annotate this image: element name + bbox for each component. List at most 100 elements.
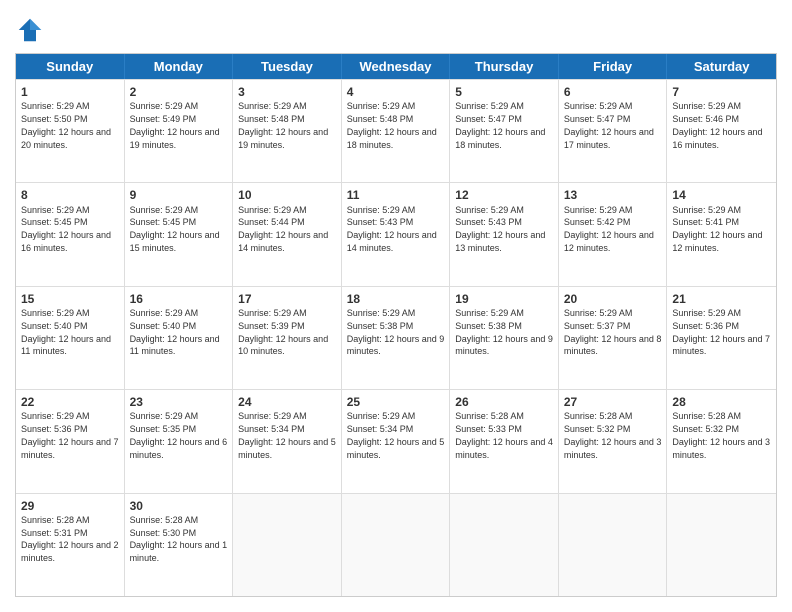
cell-info: Sunrise: 5:29 AMSunset: 5:48 PMDaylight:… <box>347 101 437 149</box>
day-cell-23: 23Sunrise: 5:29 AMSunset: 5:35 PMDayligh… <box>125 390 234 492</box>
day-cell-18: 18Sunrise: 5:29 AMSunset: 5:38 PMDayligh… <box>342 287 451 389</box>
day-cell-26: 26Sunrise: 5:28 AMSunset: 5:33 PMDayligh… <box>450 390 559 492</box>
cell-info: Sunrise: 5:29 AMSunset: 5:36 PMDaylight:… <box>21 411 119 459</box>
day-number: 24 <box>238 394 336 410</box>
empty-cell-4-5 <box>559 494 668 596</box>
day-number: 26 <box>455 394 553 410</box>
day-cell-17: 17Sunrise: 5:29 AMSunset: 5:39 PMDayligh… <box>233 287 342 389</box>
calendar-body: 1Sunrise: 5:29 AMSunset: 5:50 PMDaylight… <box>16 79 776 596</box>
day-cell-25: 25Sunrise: 5:29 AMSunset: 5:34 PMDayligh… <box>342 390 451 492</box>
week-row-4: 22Sunrise: 5:29 AMSunset: 5:36 PMDayligh… <box>16 389 776 492</box>
cell-info: Sunrise: 5:29 AMSunset: 5:39 PMDaylight:… <box>238 308 328 356</box>
day-cell-12: 12 Sunrise: 5:29 AMSunset: 5:43 PMDayligh… <box>450 183 559 285</box>
day-number: 17 <box>238 291 336 307</box>
cell-info: Sunrise: 5:29 AMSunset: 5:35 PMDaylight:… <box>130 411 228 459</box>
empty-cell-4-2 <box>233 494 342 596</box>
day-number: 25 <box>347 394 445 410</box>
header-day-wednesday: Wednesday <box>342 54 451 79</box>
day-cell-21: 21Sunrise: 5:29 AMSunset: 5:36 PMDayligh… <box>667 287 776 389</box>
day-cell-5: 5Sunrise: 5:29 AMSunset: 5:47 PMDaylight… <box>450 80 559 182</box>
day-cell-3: 3Sunrise: 5:29 AMSunset: 5:48 PMDaylight… <box>233 80 342 182</box>
cell-info: Sunrise: 5:28 AMSunset: 5:31 PMDaylight:… <box>21 515 119 563</box>
header-day-friday: Friday <box>559 54 668 79</box>
day-cell-11: 11Sunrise: 5:29 AMSunset: 5:43 PMDayligh… <box>342 183 451 285</box>
day-number: 4 <box>347 84 445 100</box>
cell-info: Sunrise: 5:29 AMSunset: 5:50 PMDaylight:… <box>21 101 111 149</box>
header-day-saturday: Saturday <box>667 54 776 79</box>
day-number: 30 <box>130 498 228 514</box>
day-number: 23 <box>130 394 228 410</box>
cell-info: Sunrise: 5:29 AMSunset: 5:40 PMDaylight:… <box>21 308 111 356</box>
day-cell-6: 6Sunrise: 5:29 AMSunset: 5:47 PMDaylight… <box>559 80 668 182</box>
cell-info: Sunrise: 5:29 AMSunset: 5:48 PMDaylight:… <box>238 101 328 149</box>
day-cell-24: 24Sunrise: 5:29 AMSunset: 5:34 PMDayligh… <box>233 390 342 492</box>
day-number: 19 <box>455 291 553 307</box>
cell-info: Sunrise: 5:29 AMSunset: 5:36 PMDaylight:… <box>672 308 770 356</box>
week-row-3: 15Sunrise: 5:29 AMSunset: 5:40 PMDayligh… <box>16 286 776 389</box>
day-cell-10: 10 Sunrise: 5:29 AMSunset: 5:44 PMDayligh… <box>233 183 342 285</box>
day-number: 8 <box>21 187 119 203</box>
header <box>15 15 777 45</box>
header-day-monday: Monday <box>125 54 234 79</box>
day-number: 12 <box>455 187 553 203</box>
day-cell-1: 1Sunrise: 5:29 AMSunset: 5:50 PMDaylight… <box>16 80 125 182</box>
day-number: 10 <box>238 187 336 203</box>
cell-info: Sunrise: 5:29 AMSunset: 5:43 PMDaylight:… <box>455 205 545 253</box>
day-cell-16: 16Sunrise: 5:29 AMSunset: 5:40 PMDayligh… <box>125 287 234 389</box>
empty-cell-4-3 <box>342 494 451 596</box>
day-cell-19: 19Sunrise: 5:29 AMSunset: 5:38 PMDayligh… <box>450 287 559 389</box>
cell-info: Sunrise: 5:29 AMSunset: 5:41 PMDaylight:… <box>672 205 762 253</box>
day-number: 16 <box>130 291 228 307</box>
week-row-1: 1Sunrise: 5:29 AMSunset: 5:50 PMDaylight… <box>16 79 776 182</box>
day-cell-13: 13 Sunrise: 5:29 AMSunset: 5:42 PMDayligh… <box>559 183 668 285</box>
day-cell-9: 9Sunrise: 5:29 AMSunset: 5:45 PMDaylight… <box>125 183 234 285</box>
cell-info: Sunrise: 5:29 AMSunset: 5:47 PMDaylight:… <box>564 101 654 149</box>
cell-info: Sunrise: 5:29 AMSunset: 5:45 PMDaylight:… <box>21 205 111 253</box>
cell-info: Sunrise: 5:29 AMSunset: 5:42 PMDaylight:… <box>564 205 654 253</box>
cell-info: Sunrise: 5:29 AMSunset: 5:38 PMDaylight:… <box>347 308 445 356</box>
cell-info: Sunrise: 5:29 AMSunset: 5:49 PMDaylight:… <box>130 101 220 149</box>
week-row-2: 8 Sunrise: 5:29 AMSunset: 5:45 PMDaylight… <box>16 182 776 285</box>
header-day-tuesday: Tuesday <box>233 54 342 79</box>
cell-info: Sunrise: 5:29 AMSunset: 5:47 PMDaylight:… <box>455 101 545 149</box>
day-cell-7: 7Sunrise: 5:29 AMSunset: 5:46 PMDaylight… <box>667 80 776 182</box>
cell-info: Sunrise: 5:29 AMSunset: 5:37 PMDaylight:… <box>564 308 662 356</box>
day-number: 2 <box>130 84 228 100</box>
calendar: SundayMondayTuesdayWednesdayThursdayFrid… <box>15 53 777 597</box>
cell-info: Sunrise: 5:28 AMSunset: 5:32 PMDaylight:… <box>672 411 770 459</box>
day-number: 6 <box>564 84 662 100</box>
day-number: 20 <box>564 291 662 307</box>
cell-info: Sunrise: 5:29 AMSunset: 5:44 PMDaylight:… <box>238 205 328 253</box>
day-cell-20: 20Sunrise: 5:29 AMSunset: 5:37 PMDayligh… <box>559 287 668 389</box>
day-number: 13 <box>564 187 662 203</box>
day-cell-14: 14 Sunrise: 5:29 AMSunset: 5:41 PMDayligh… <box>667 183 776 285</box>
day-number: 28 <box>672 394 771 410</box>
day-number: 5 <box>455 84 553 100</box>
page: SundayMondayTuesdayWednesdayThursdayFrid… <box>0 0 792 612</box>
day-cell-4: 4Sunrise: 5:29 AMSunset: 5:48 PMDaylight… <box>342 80 451 182</box>
day-cell-22: 22Sunrise: 5:29 AMSunset: 5:36 PMDayligh… <box>16 390 125 492</box>
cell-info: Sunrise: 5:29 AMSunset: 5:34 PMDaylight:… <box>347 411 445 459</box>
logo-icon <box>15 15 45 45</box>
day-cell-2: 2Sunrise: 5:29 AMSunset: 5:49 PMDaylight… <box>125 80 234 182</box>
day-number: 18 <box>347 291 445 307</box>
header-day-thursday: Thursday <box>450 54 559 79</box>
empty-cell-4-4 <box>450 494 559 596</box>
day-number: 1 <box>21 84 119 100</box>
cell-info: Sunrise: 5:29 AMSunset: 5:34 PMDaylight:… <box>238 411 336 459</box>
day-cell-29: 29Sunrise: 5:28 AMSunset: 5:31 PMDayligh… <box>16 494 125 596</box>
cell-info: Sunrise: 5:29 AMSunset: 5:38 PMDaylight:… <box>455 308 553 356</box>
cell-info: Sunrise: 5:28 AMSunset: 5:30 PMDaylight:… <box>130 515 228 563</box>
day-cell-15: 15Sunrise: 5:29 AMSunset: 5:40 PMDayligh… <box>16 287 125 389</box>
day-cell-27: 27Sunrise: 5:28 AMSunset: 5:32 PMDayligh… <box>559 390 668 492</box>
day-number: 14 <box>672 187 771 203</box>
header-day-sunday: Sunday <box>16 54 125 79</box>
day-cell-8: 8 Sunrise: 5:29 AMSunset: 5:45 PMDaylight… <box>16 183 125 285</box>
empty-cell-4-6 <box>667 494 776 596</box>
cell-info: Sunrise: 5:29 AMSunset: 5:40 PMDaylight:… <box>130 308 220 356</box>
week-row-5: 29Sunrise: 5:28 AMSunset: 5:31 PMDayligh… <box>16 493 776 596</box>
day-number: 27 <box>564 394 662 410</box>
day-cell-30: 30Sunrise: 5:28 AMSunset: 5:30 PMDayligh… <box>125 494 234 596</box>
day-number: 11 <box>347 187 445 203</box>
cell-info: Sunrise: 5:29 AMSunset: 5:46 PMDaylight:… <box>672 101 762 149</box>
